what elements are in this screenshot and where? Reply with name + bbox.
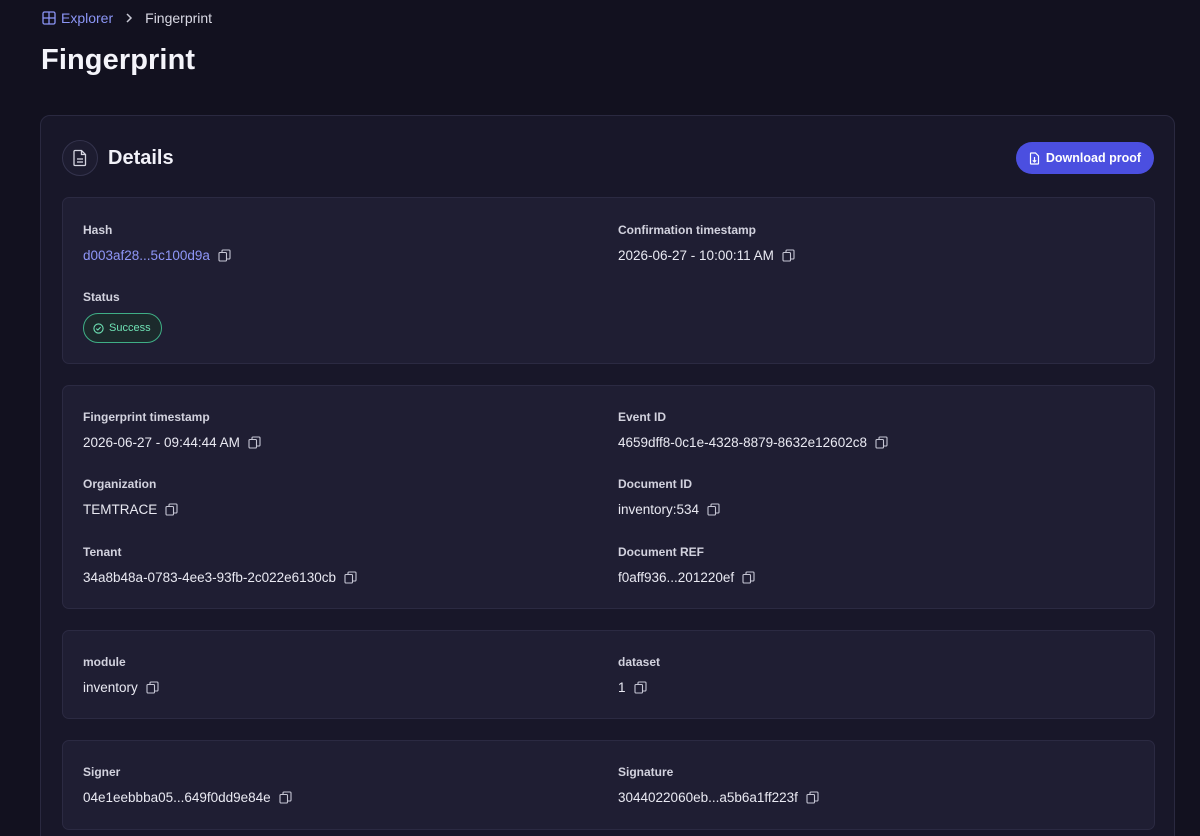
tenant-field: Tenant 34a8b48a-0783-4ee3-93fb-2c022e613… xyxy=(83,545,357,585)
tenant-label: Tenant xyxy=(83,545,122,559)
copy-icon[interactable] xyxy=(633,681,647,694)
signer-field: Signer 04e1eebbba05...649f0dd9e84e xyxy=(83,765,292,805)
status-value: Success xyxy=(109,322,151,334)
module-field: module inventory xyxy=(83,655,159,695)
copy-icon[interactable] xyxy=(806,791,819,804)
document-ref-label: Document REF xyxy=(618,545,705,559)
copy-icon[interactable] xyxy=(146,681,159,694)
copy-icon[interactable] xyxy=(165,503,178,516)
signer-label: Signer xyxy=(83,765,121,779)
signing-section: Signer 04e1eebbba05...649f0dd9e84e Signa… xyxy=(62,740,1155,830)
event-id-value: 4659dff8-0c1e-4328-8879-8632e12602c8 xyxy=(618,435,867,450)
details-header: Details Download proof xyxy=(62,137,1154,179)
details-title: Details xyxy=(108,146,174,169)
confirmation-timestamp-label: Confirmation timestamp xyxy=(618,223,757,237)
copy-icon[interactable] xyxy=(344,571,357,584)
document-id-label: Document ID xyxy=(618,477,693,491)
copy-icon[interactable] xyxy=(742,571,755,584)
copy-icon[interactable] xyxy=(707,503,720,516)
page-title: Fingerprint xyxy=(41,44,196,76)
fingerprint-timestamp-value: 2026-06-27 - 09:44:44 AM xyxy=(83,435,240,450)
signer-value: 04e1eebbba05...649f0dd9e84e xyxy=(83,790,271,805)
download-proof-button[interactable]: Download proof xyxy=(1015,142,1154,174)
dataset-value: 1 xyxy=(618,680,626,695)
signature-value: 3044022060eb...a5b6a1ff223f xyxy=(618,790,798,805)
organization-field: Organization TEMTRACE xyxy=(83,477,178,517)
breadcrumb-explorer-link[interactable]: Explorer xyxy=(42,10,113,26)
document-id-field: Document ID inventory:534 xyxy=(618,477,720,517)
grid-icon xyxy=(42,11,56,25)
attributes-section: module inventory dataset 1 xyxy=(62,630,1155,719)
dataset-field: dataset 1 xyxy=(618,655,660,695)
status-badge: Success xyxy=(83,313,162,343)
copy-icon[interactable] xyxy=(875,436,888,449)
download-proof-label: Download proof xyxy=(1045,151,1141,165)
metadata-section: Fingerprint timestamp 2026-06-27 - 09:44… xyxy=(62,385,1155,609)
breadcrumb-explorer-label: Explorer xyxy=(61,10,114,26)
document-icon xyxy=(62,140,98,176)
organization-label: Organization xyxy=(83,477,157,491)
chevron-right-icon xyxy=(125,10,133,26)
details-panel: Details Download proof Hash d003af28...5… xyxy=(40,115,1175,836)
copy-icon[interactable] xyxy=(279,791,292,804)
file-download-icon xyxy=(1029,151,1040,165)
status-label: Status xyxy=(83,290,120,304)
copy-icon[interactable] xyxy=(248,436,261,449)
confirmation-timestamp-value: 2026-06-27 - 10:00:11 AM xyxy=(618,248,774,263)
event-id-label: Event ID xyxy=(618,410,667,424)
copy-icon[interactable] xyxy=(782,249,795,262)
module-label: module xyxy=(83,655,126,669)
status-field: Status Success xyxy=(83,290,162,343)
document-id-value: inventory:534 xyxy=(618,502,700,517)
document-ref-field: Document REF f0aff936...201220ef xyxy=(618,545,755,585)
copy-icon[interactable] xyxy=(218,249,231,262)
hash-link[interactable]: d003af28...5c100d9a xyxy=(83,248,210,263)
fingerprint-timestamp-label: Fingerprint timestamp xyxy=(83,410,210,424)
hash-field: Hash d003af28...5c100d9a xyxy=(83,223,231,263)
summary-section: Hash d003af28...5c100d9a Confirmation ti… xyxy=(62,197,1155,364)
document-ref-value: f0aff936...201220ef xyxy=(618,570,735,585)
check-circle-icon xyxy=(93,322,104,334)
confirmation-timestamp-field: Confirmation timestamp 2026-06-27 - 10:0… xyxy=(618,223,795,263)
module-value: inventory xyxy=(83,680,138,695)
breadcrumb: Explorer Fingerprint xyxy=(42,10,212,26)
signature-label: Signature xyxy=(618,765,674,779)
hash-label: Hash xyxy=(83,223,113,237)
organization-value: TEMTRACE xyxy=(83,502,158,517)
tenant-value: 34a8b48a-0783-4ee3-93fb-2c022e6130cb xyxy=(83,570,336,585)
signature-field: Signature 3044022060eb...a5b6a1ff223f xyxy=(618,765,819,805)
dataset-label: dataset xyxy=(618,655,661,669)
event-id-field: Event ID 4659dff8-0c1e-4328-8879-8632e12… xyxy=(618,410,888,450)
fingerprint-timestamp-field: Fingerprint timestamp 2026-06-27 - 09:44… xyxy=(83,410,261,450)
breadcrumb-current: Fingerprint xyxy=(145,10,213,26)
